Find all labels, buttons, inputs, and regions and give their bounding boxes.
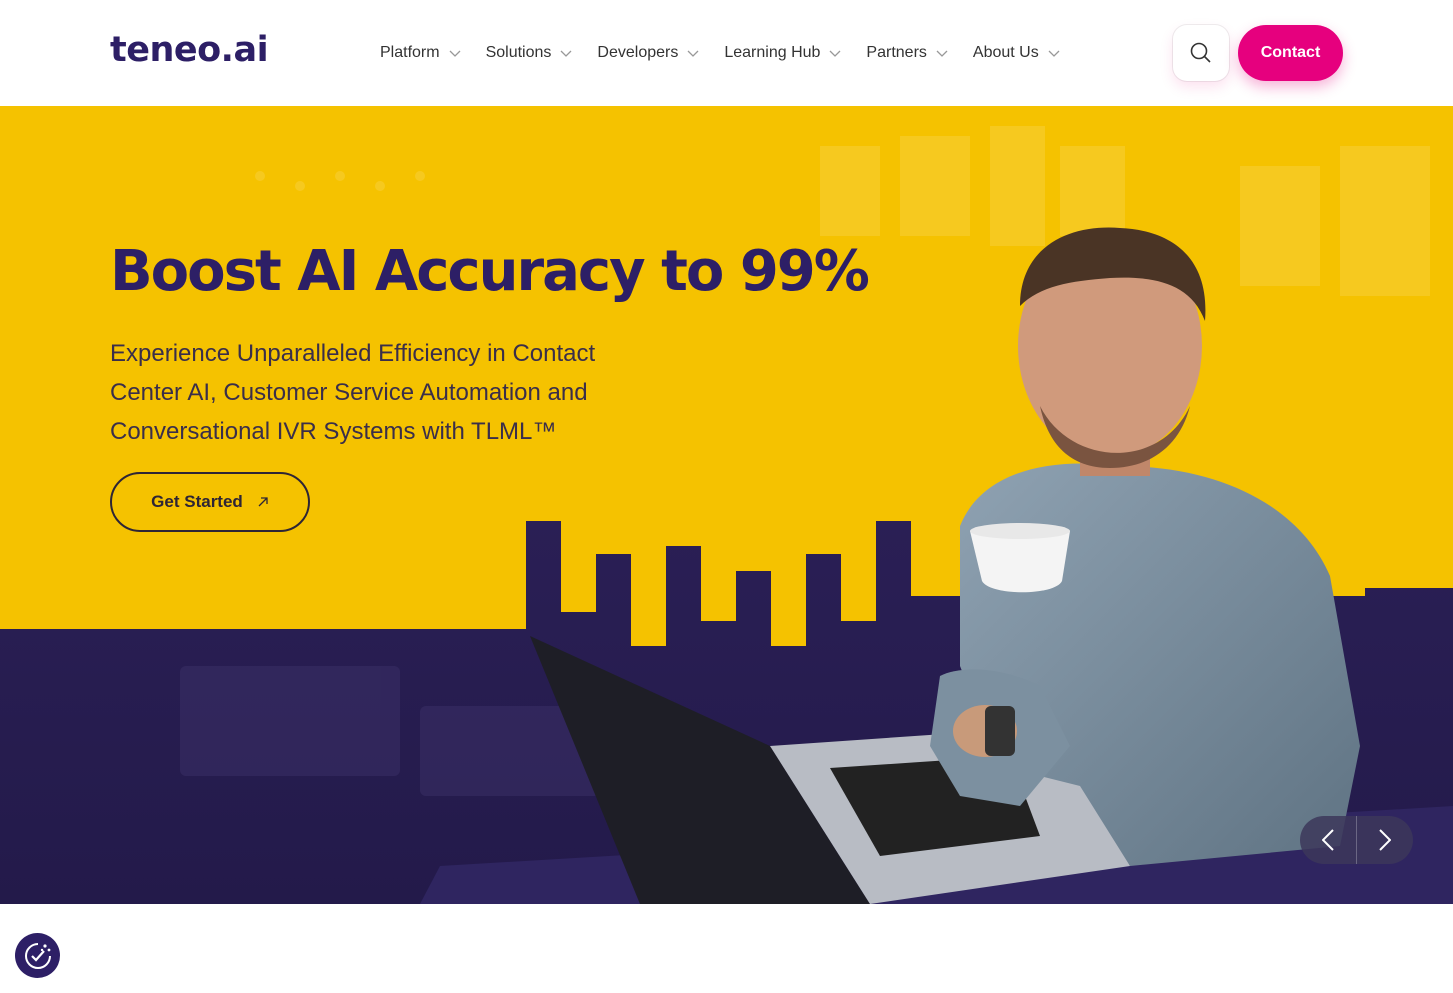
slider-prev-button[interactable]: [1300, 816, 1356, 864]
search-button[interactable]: [1173, 25, 1229, 81]
nav-item-developers[interactable]: Developers: [597, 42, 699, 64]
site-header: teneo.ai Platform Solutions Developers L…: [0, 0, 1453, 106]
slider-controls: [1300, 816, 1413, 864]
nav-item-platform[interactable]: Platform: [380, 42, 461, 64]
nav-item-learning-hub[interactable]: Learning Hub: [724, 42, 841, 64]
nav-item-label: About Us: [972, 44, 1039, 61]
chevron-down-icon: [1048, 50, 1060, 57]
hero-subheadline: Experience Unparalleled Efficiency in Co…: [110, 340, 596, 445]
contact-button[interactable]: Contact: [1238, 25, 1343, 81]
search-icon: [1190, 42, 1211, 63]
get-started-label: Get Started: [151, 492, 243, 511]
get-started-button[interactable]: Get Started: [110, 472, 310, 532]
nav-item-about-us[interactable]: About Us: [973, 42, 1060, 64]
chevron-down-icon: [449, 50, 461, 57]
nav-item-label: Developers: [597, 44, 679, 61]
teneo-logo[interactable]: teneo.ai: [110, 30, 269, 70]
slider-next-button[interactable]: [1357, 816, 1413, 864]
chevron-down-icon: [829, 50, 841, 57]
chevron-right-icon: [1379, 829, 1391, 851]
nav-item-label: Solutions: [485, 44, 552, 61]
nav-item-label: Learning Hub: [724, 44, 821, 61]
nav-item-solutions[interactable]: Solutions: [486, 42, 573, 64]
main-nav: Platform Solutions Developers Learning H…: [380, 42, 1085, 64]
chevron-down-icon: [560, 50, 572, 57]
arrow-up-right-icon: [258, 497, 268, 507]
nav-item-label: Platform: [380, 44, 440, 61]
chevron-down-icon: [687, 50, 699, 57]
chevron-left-icon: [1322, 829, 1334, 851]
cookie-consent-button[interactable]: [15, 933, 60, 978]
chevron-down-icon: [936, 50, 948, 57]
hero-banner: Boost AI Accuracy to 99% Experience Unpa…: [0, 106, 1453, 904]
cookie-settings-icon: [24, 942, 51, 969]
nav-item-label: Partners: [866, 44, 927, 61]
hero-headline: Boost AI Accuracy to 99%: [110, 239, 870, 304]
nav-item-partners[interactable]: Partners: [866, 42, 948, 64]
